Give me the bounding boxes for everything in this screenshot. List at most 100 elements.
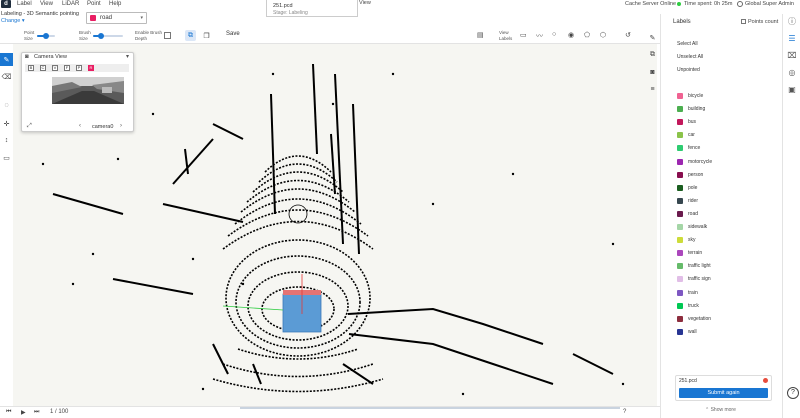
box-tool-icon[interactable]: ▭ (520, 31, 527, 39)
camera-tabs: B C V F P R (25, 64, 129, 72)
camera-tab-b[interactable]: B (28, 65, 34, 71)
change-link[interactable]: Change ▾ (1, 18, 25, 24)
label-item[interactable]: terrain (677, 248, 702, 258)
label-item[interactable]: bus (677, 117, 696, 127)
label-item[interactable]: bicycle (677, 91, 703, 101)
point-size-label: Point (24, 30, 35, 35)
lasso-tool-button[interactable]: ◌ (0, 99, 13, 112)
record-icon[interactable]: ◉ (568, 31, 574, 39)
brush-tool-button[interactable]: ✎ (0, 53, 13, 66)
label-item[interactable]: sidewalk (677, 222, 707, 232)
label-item[interactable]: person (677, 170, 703, 180)
move-tool-button[interactable]: ✛ (0, 117, 13, 130)
points-count-checkbox[interactable] (741, 19, 746, 25)
label-item[interactable]: traffic light (677, 261, 711, 271)
label-color-swatch (677, 328, 683, 335)
view-link[interactable]: View (359, 0, 371, 6)
label-item[interactable]: sky (677, 235, 696, 245)
label-color-swatch (677, 171, 683, 178)
label-name: truck (688, 302, 699, 309)
label-item[interactable]: truck (677, 301, 699, 311)
label-item[interactable]: traffic sign (677, 274, 711, 284)
unselect-all-button[interactable]: Unselect All (677, 54, 703, 60)
user-menu[interactable]: Global Super Admin (737, 0, 794, 8)
camera-tab-c[interactable]: C (40, 65, 46, 71)
label-item[interactable]: motorcycle (677, 157, 712, 167)
comment-tool-button[interactable]: ▭ (0, 151, 13, 164)
label-item[interactable]: rider (677, 196, 698, 206)
cube-icon[interactable]: ⬡ (600, 31, 606, 39)
camera-icon[interactable]: ◙ (647, 69, 658, 80)
label-item[interactable]: road (677, 209, 698, 219)
label-color-swatch (677, 119, 683, 126)
select-all-button[interactable]: Select All (677, 41, 698, 47)
camera-tab-p[interactable]: P (76, 65, 82, 71)
point-size-slider[interactable] (37, 33, 55, 39)
info-icon[interactable]: ⓘ (786, 16, 798, 28)
expand-icon[interactable]: ⤢ (27, 123, 32, 130)
label-name: wall (688, 328, 697, 335)
circle-tool-icon[interactable]: ○ (552, 31, 556, 38)
submit-again-button[interactable]: Submit again (679, 388, 768, 398)
label-item[interactable]: fence (677, 143, 700, 153)
help-button[interactable]: ? (787, 387, 799, 399)
history-icon[interactable]: ↺ (625, 31, 631, 39)
polygon-icon[interactable]: ⬠ (584, 31, 590, 39)
menu-lidar[interactable]: LiDAR (62, 0, 79, 8)
slider-handle[interactable] (43, 33, 49, 39)
image-icon[interactable]: ▣ (786, 84, 798, 96)
class-select[interactable]: road ▾ (86, 12, 147, 24)
line-tool-icon[interactable]: 〰 (536, 31, 543, 41)
slider-handle[interactable] (98, 33, 104, 39)
camera-tab-r[interactable]: R (88, 65, 94, 71)
menu-label[interactable]: Label (17, 0, 32, 8)
document-icon[interactable]: ▤ (477, 31, 484, 39)
points-count-toggle[interactable]: Points count (741, 19, 778, 25)
camera-image[interactable] (52, 77, 124, 104)
last-frame-icon[interactable]: ⏭ (34, 409, 39, 416)
show-more-button[interactable]: ⌃ Show more (705, 407, 736, 413)
vertical-tool-button[interactable]: ↕ (0, 134, 13, 147)
camera-tab-f[interactable]: F (64, 65, 70, 71)
menu-view[interactable]: View (40, 0, 53, 8)
save-button[interactable]: Save (226, 31, 240, 37)
sliders-icon[interactable]: ≡ (647, 86, 658, 97)
first-frame-icon[interactable]: ⏮ (6, 409, 11, 416)
label-item[interactable]: car (677, 130, 695, 140)
menu-help[interactable]: Help (109, 0, 121, 8)
label-item[interactable]: vegetation (677, 314, 711, 324)
help-circle-icon[interactable]: ? (623, 409, 626, 415)
label-item[interactable]: train (677, 288, 698, 298)
play-icon[interactable]: ▶ (21, 409, 26, 416)
brush-size-slider[interactable] (93, 33, 123, 39)
label-item[interactable]: wall (677, 327, 697, 337)
ruler-icon[interactable]: ⌧ (786, 50, 798, 62)
label-name: building (688, 106, 706, 113)
menu-point[interactable]: Point (87, 0, 101, 8)
eraser-tool-button[interactable]: ⌫ (0, 70, 13, 83)
label-color-swatch (677, 93, 683, 99)
unpointed-button[interactable]: Unpointed (677, 67, 700, 73)
label-name: fence (688, 145, 701, 152)
chevron-right-icon[interactable]: › (120, 123, 122, 129)
label-item[interactable]: building (677, 104, 705, 114)
camera-view-panel[interactable]: ◙ Camera View ▾ B C V F P R ⤢ ‹ camera0 … (21, 52, 134, 132)
brush-cursor (288, 204, 308, 224)
frame-timeline[interactable] (240, 407, 620, 409)
layers-icon[interactable]: ⧉ (647, 51, 658, 62)
app-logo[interactable]: d (1, 0, 11, 8)
list-icon[interactable]: ☰ (786, 33, 798, 45)
edit-icon[interactable]: ✎ (647, 34, 658, 45)
time-spent: Time spent: 0h 25m (684, 1, 733, 7)
brush-depth-checkbox[interactable] (164, 32, 171, 39)
camera-tab-v[interactable]: V (52, 65, 58, 71)
cache-status: Cache Server Online (625, 0, 682, 8)
chevron-down-icon[interactable]: ▾ (126, 53, 129, 60)
layer-select-button[interactable]: ⧉ (185, 30, 196, 41)
label-item[interactable]: pole (677, 183, 697, 193)
copy-button[interactable]: ❐ (201, 30, 212, 41)
label-name: road (688, 210, 699, 217)
target-icon[interactable]: ◎ (786, 67, 798, 79)
label-name: pole (688, 184, 698, 191)
chevron-left-icon[interactable]: ‹ (79, 123, 81, 129)
